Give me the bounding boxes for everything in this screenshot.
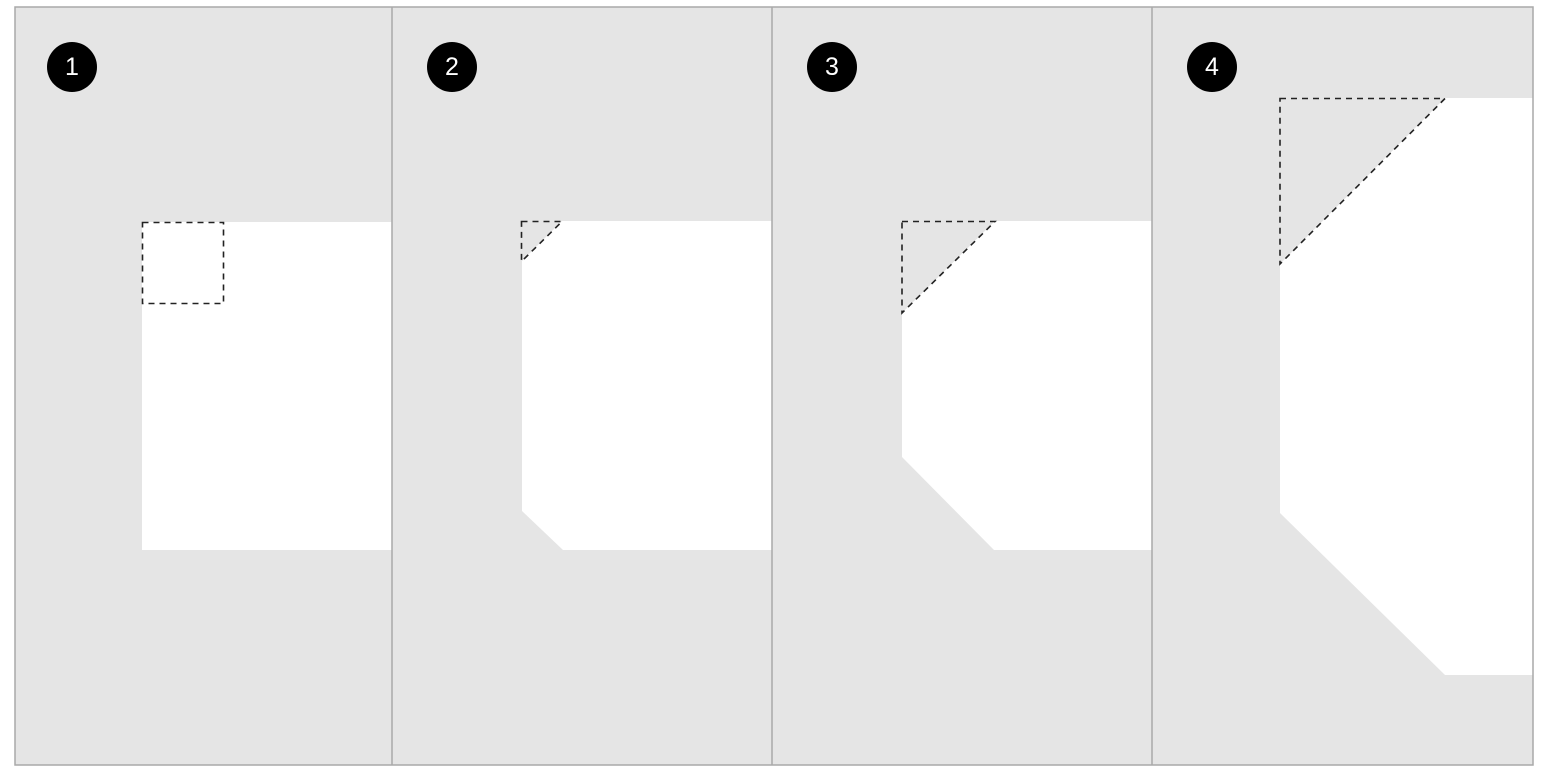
step-badge-3: 3	[807, 42, 857, 92]
panel-3: 3	[772, 7, 1152, 765]
step-badge-3-label: 3	[825, 53, 839, 81]
step-badge-1: 1	[47, 42, 97, 92]
panel-2-white-shape	[522, 221, 772, 550]
step-badge-1-label: 1	[65, 53, 79, 81]
step-badge-2-label: 2	[445, 53, 459, 81]
panel-1-white-shape	[142, 222, 392, 550]
panel-4: 4	[1152, 7, 1533, 765]
corner-cut-diagram: 1 2 3 4	[14, 6, 1534, 766]
step-badge-4: 4	[1187, 42, 1237, 92]
panel-2: 2	[392, 7, 772, 765]
step-badge-2: 2	[427, 42, 477, 92]
step-badge-4-label: 4	[1205, 53, 1219, 81]
panel-1: 1	[15, 7, 392, 765]
